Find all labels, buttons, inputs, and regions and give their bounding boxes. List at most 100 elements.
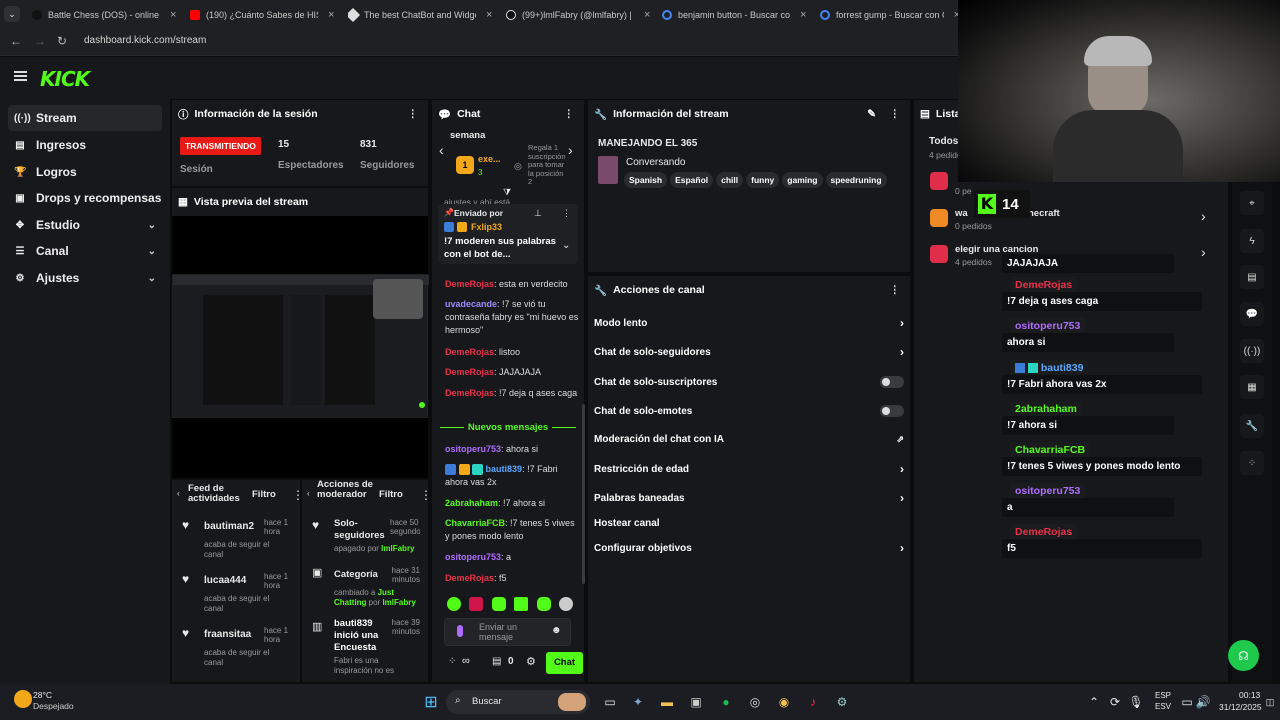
close-icon[interactable]: × — [800, 9, 806, 21]
sidebar-item-estudio[interactable]: ✥ Estudio ⌄ — [8, 212, 162, 238]
sidebar-item-drops[interactable]: ▣ Drops y recompensas — [8, 185, 162, 211]
send-chat-button[interactable]: Chat — [546, 652, 583, 674]
chat-user[interactable]: DemeRojas — [445, 573, 494, 583]
filter-button[interactable]: Filtro — [379, 489, 403, 500]
filter-button[interactable]: Filtro — [252, 489, 276, 500]
tag[interactable]: Español — [670, 172, 714, 188]
support-button[interactable]: ☊ — [1228, 640, 1259, 671]
emoji-icon[interactable]: ☻ — [551, 625, 562, 636]
tag[interactable]: Spanish — [624, 172, 668, 188]
tag[interactable]: chill — [716, 172, 744, 188]
app-icon[interactable]: ▣ — [686, 692, 706, 712]
carousel-prev-button[interactable]: ‹ — [439, 142, 444, 158]
action-slow-mode[interactable]: Modo lento › — [594, 314, 904, 332]
carousel-next-button[interactable]: › — [568, 142, 573, 158]
wrench-icon[interactable]: 🔧 — [1240, 414, 1264, 438]
sidebar-item-canal[interactable]: ☰ Canal ⌄ — [8, 238, 162, 264]
chevron-right-icon[interactable]: › — [1201, 208, 1206, 224]
chat-user[interactable]: DemeRojas — [445, 367, 494, 377]
chat-user[interactable]: 2abrahaham — [445, 498, 498, 508]
notification-icon[interactable]: ◫ — [1260, 692, 1280, 712]
emote-icon[interactable] — [558, 597, 573, 611]
action-age-restriction[interactable]: Restricción de edad › — [594, 460, 904, 478]
sidebar-item-stream[interactable]: ((·)) Stream — [8, 105, 162, 131]
emote-icon[interactable] — [536, 597, 551, 611]
more-options-icon[interactable]: ⋮ — [564, 108, 575, 120]
nodes-icon[interactable]: ⁘ — [1240, 451, 1264, 475]
browser-tab[interactable]: forrest gump - Buscar con Goo× — [820, 4, 960, 26]
sync-icon[interactable]: ⟳ — [1105, 692, 1125, 712]
emotes-only-toggle[interactable] — [880, 405, 904, 417]
chat-user[interactable]: uvadecande — [445, 299, 497, 309]
volume-icon[interactable]: 🔊 — [1193, 692, 1213, 712]
action-host-channel[interactable]: Hostear canal — [594, 514, 904, 532]
chat-user[interactable]: ositoperu753 — [445, 552, 501, 562]
sidebar-item-logros[interactable]: 🏆 Logros — [8, 159, 162, 185]
emote-icon[interactable] — [491, 597, 506, 611]
more-options-icon[interactable]: ⋮ — [420, 488, 432, 502]
tiktok-icon[interactable]: ♪ — [803, 692, 823, 712]
subscribers-only-toggle[interactable] — [880, 376, 904, 388]
requests-filter-all[interactable]: Todos — [929, 136, 958, 147]
close-icon[interactable]: × — [328, 9, 334, 21]
taskbar-search-box[interactable]: ⌕ Buscar — [446, 690, 590, 714]
chat-user[interactable]: DemeRojas — [445, 347, 494, 357]
windows-start-icon[interactable]: ⊞ — [421, 692, 441, 712]
chat-user[interactable]: ositoperu753 — [445, 444, 501, 454]
pinned-message[interactable]: 📌 Enviado por ⊥ ⋮ Fxlip33 !7 moderen sus… — [438, 204, 578, 264]
action-emotes-only[interactable]: Chat de solo-emotes — [594, 402, 904, 420]
settings-dots-icon[interactable]: ⁘ — [448, 656, 456, 667]
tag[interactable]: funny — [746, 172, 780, 188]
back-icon[interactable]: ← — [10, 34, 22, 48]
chat-bubble-icon[interactable]: 💬 — [1240, 302, 1264, 326]
browser-tab[interactable]: The best ChatBot and Widgets × — [348, 4, 498, 26]
more-options-icon[interactable]: ⋮ — [408, 108, 419, 120]
kick-logo[interactable]: KICK — [40, 67, 90, 91]
action-ai-moderation[interactable]: Moderación del chat con IA ⇗ — [594, 430, 904, 448]
close-icon[interactable]: × — [170, 9, 176, 21]
action-subscribers-only[interactable]: Chat de solo-suscriptores — [594, 373, 904, 391]
chevron-right-icon[interactable]: › — [1201, 244, 1206, 260]
document-icon[interactable]: ▤ — [1240, 265, 1264, 289]
action-by[interactable]: lmlFabry — [381, 544, 414, 553]
mic-icon[interactable]: 🎙 — [1126, 692, 1146, 712]
browser-tab[interactable]: Battle Chess (DOS) - online gam × — [32, 4, 182, 26]
action-by[interactable]: lmlFabry — [382, 598, 415, 607]
scan-icon[interactable]: ⌖ — [1240, 191, 1264, 215]
action-configure-goals[interactable]: Configurar objetivos › — [594, 539, 904, 557]
clock-time[interactable]: 00:13 — [1239, 690, 1260, 700]
close-icon[interactable]: × — [486, 9, 492, 21]
obs-icon[interactable]: ◎ — [745, 692, 765, 712]
chat-user[interactable]: bauti839 — [486, 464, 523, 474]
emote-icon[interactable] — [514, 597, 529, 611]
tag[interactable]: speedruning — [825, 172, 887, 188]
chat-input-box[interactable]: Enviar un mensaje ☻ — [444, 618, 571, 646]
new-messages-divider[interactable]: Nuevos mensajes — [440, 420, 577, 434]
edit-icon[interactable]: ✎ — [867, 108, 876, 120]
emote-icon[interactable] — [447, 597, 461, 611]
chat-user[interactable]: DemeRojas — [445, 388, 494, 398]
broadcast-icon[interactable]: ((·)) — [1240, 339, 1264, 363]
action-banned-words[interactable]: Palabras baneadas › — [594, 489, 904, 507]
stream-preview-video[interactable] — [172, 274, 429, 418]
more-options-icon[interactable]: ⋮ — [562, 208, 571, 219]
browser-tab[interactable]: benjamin button - Buscar con G × — [662, 4, 812, 26]
sidebar-item-ajustes[interactable]: ⚙ Ajustes ⌄ — [8, 265, 162, 291]
chat-user[interactable]: DemeRojas — [445, 279, 494, 289]
tray-chevron-icon[interactable]: ⌃ — [1084, 692, 1104, 712]
layout-icon[interactable]: ▦ — [1240, 375, 1264, 399]
close-icon[interactable]: × — [644, 9, 650, 21]
url-field[interactable]: dashboard.kick.com/stream — [84, 35, 206, 46]
browser-tab[interactable]: (190) ¿Cuánto Sabes de HISTOR × — [190, 4, 340, 26]
chat-scrollbar[interactable] — [582, 404, 585, 584]
task-view-icon[interactable]: ▭ — [600, 692, 620, 712]
browser-tab[interactable]: (99+)lmlFabry (@lmlfabry) | Tik × — [506, 4, 656, 26]
forward-icon[interactable]: → — [34, 34, 46, 48]
chrome-icon[interactable]: ◉ — [774, 692, 794, 712]
tag[interactable]: gaming — [782, 172, 823, 188]
emote-icon[interactable] — [469, 597, 484, 611]
clock-date[interactable]: 31/12/2025 — [1219, 702, 1262, 712]
unpin-icon[interactable]: ⊥ — [534, 208, 542, 219]
spotify-icon[interactable]: ● — [716, 692, 736, 712]
collapse-icon[interactable]: ‹ — [307, 489, 310, 498]
